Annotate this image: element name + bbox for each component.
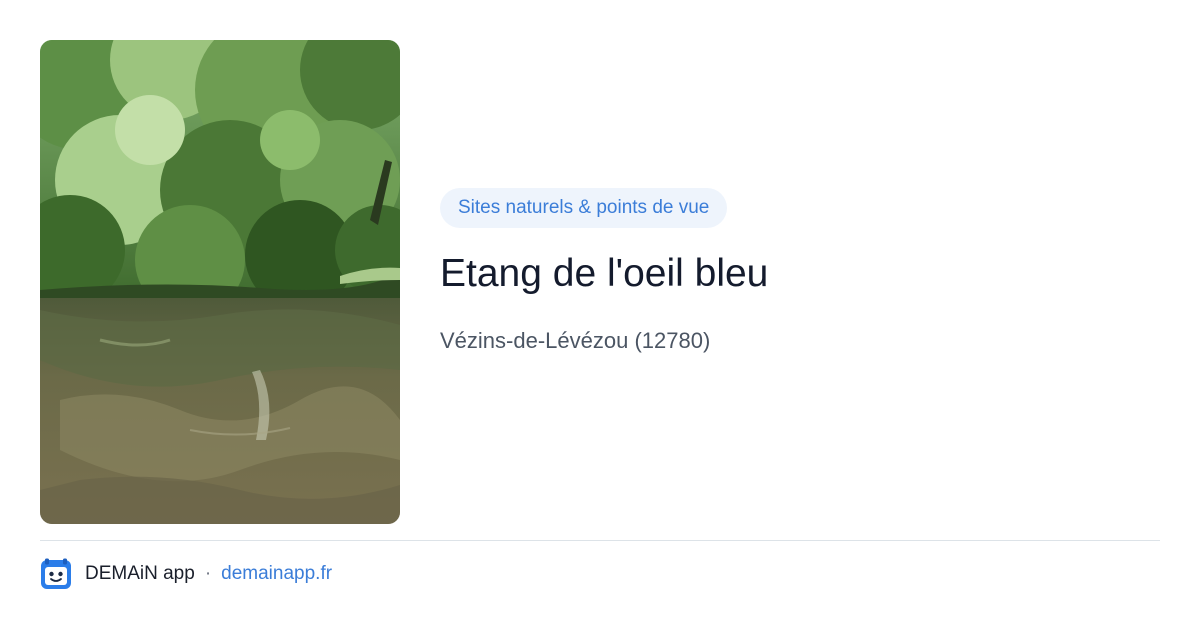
footer-divider [40, 540, 1160, 541]
category-badge[interactable]: Sites naturels & points de vue [440, 188, 728, 228]
place-location: Vézins-de-Lévézou (12780) [440, 328, 711, 353]
footer-separator: · [204, 563, 212, 584]
place-info: Sites naturels & points de vue Etang de … [440, 188, 1160, 356]
place-title: Etang de l'oeil bleu [440, 252, 769, 295]
calendar-face-icon [40, 558, 72, 590]
app-name: DEMAiN app [85, 563, 195, 584]
site-link[interactable]: demainapp.fr [221, 563, 332, 585]
place-photo [40, 40, 400, 524]
footer: DEMAiN app · demainapp.fr [40, 558, 332, 590]
